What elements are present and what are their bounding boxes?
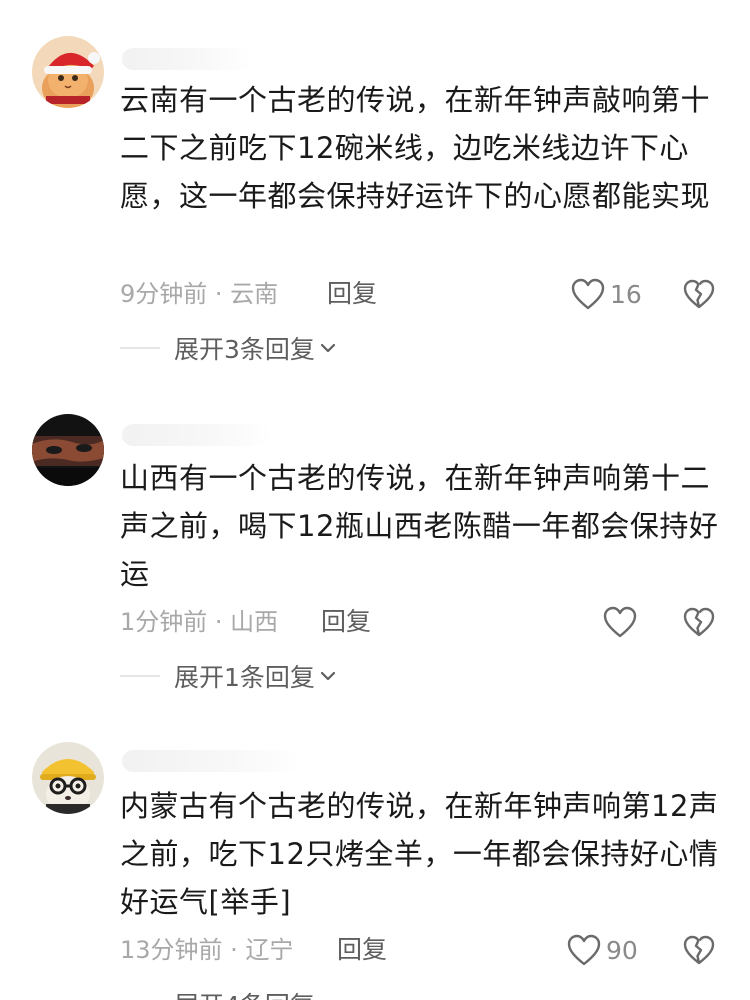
divider-line — [120, 675, 160, 677]
comment-meta: 9分钟前 · 云南 — [120, 276, 278, 312]
broken-heart-icon — [682, 934, 716, 966]
like-count: 90 — [606, 935, 638, 965]
heart-icon — [570, 277, 606, 311]
chevron-down-icon — [319, 670, 337, 682]
comment-location: 山西 — [230, 608, 279, 636]
like-count: 16 — [610, 279, 642, 309]
comment-meta: 13分钟前 · 辽宁 — [120, 932, 293, 968]
comment-item: 内蒙古有个古老的传说，在新年钟声响第12声之前，吃下12只烤全羊，一年都会保持好… — [0, 710, 750, 1000]
heart-icon — [566, 933, 602, 967]
meta-separator: · — [207, 608, 231, 636]
dislike-button[interactable] — [682, 602, 718, 642]
comment-time: 1分钟前 — [120, 608, 208, 636]
dark-portrait-icon[interactable] — [32, 414, 104, 486]
comment-location: 云南 — [230, 280, 279, 308]
comment-text: 山西有一个古老的传说，在新年钟声响第十二声之前，喝下12瓶山西老陈醋一年都会保持… — [120, 461, 719, 591]
expand-replies-label[interactable]: 展开3条回复 — [174, 330, 315, 366]
cat-santa-hat-icon[interactable] — [32, 36, 104, 108]
reply-button[interactable]: 回复 — [327, 276, 377, 312]
username[interactable] — [122, 750, 302, 772]
meta-separator: · — [222, 936, 246, 964]
expand-replies[interactable]: 展开3条回复 — [120, 330, 337, 366]
dislike-button[interactable] — [682, 274, 718, 314]
comment-time: 9分钟前 — [120, 280, 208, 308]
comment-item: 山西有一个古老的传说，在新年钟声响第十二声之前，喝下12瓶山西老陈醋一年都会保持… — [0, 380, 750, 710]
comment-text: 云南有一个古老的传说，在新年钟声敲响第十二下之前吃下12碗米线，边吃米线边许下心… — [120, 83, 711, 213]
cartoon-glasses-icon[interactable] — [32, 742, 104, 814]
heart-icon — [602, 605, 638, 639]
like-button[interactable]: 16 — [570, 274, 642, 314]
username[interactable] — [122, 48, 252, 70]
broken-heart-icon — [682, 606, 716, 638]
comment-item: 云南有一个古老的传说，在新年钟声敲响第十二下之前吃下12碗米线，边吃米线边许下心… — [0, 0, 750, 380]
like-button[interactable] — [602, 602, 642, 642]
reply-button[interactable]: 回复 — [321, 604, 371, 640]
dislike-button[interactable] — [682, 930, 718, 970]
username[interactable] — [122, 424, 272, 446]
reply-button[interactable]: 回复 — [337, 932, 387, 968]
divider-line — [120, 347, 160, 349]
comment-location: 辽宁 — [245, 936, 294, 964]
comment-meta: 1分钟前 · 山西 — [120, 604, 278, 640]
expand-replies-label[interactable]: 展开4条回复 — [174, 986, 315, 1000]
comment-time: 13分钟前 — [120, 936, 223, 964]
chevron-down-icon — [319, 342, 337, 354]
meta-separator: · — [207, 280, 231, 308]
expand-replies[interactable]: 展开4条回复 — [120, 986, 337, 1000]
like-button[interactable]: 90 — [566, 930, 638, 970]
expand-replies-label[interactable]: 展开1条回复 — [174, 658, 315, 694]
broken-heart-icon — [682, 278, 716, 310]
comment-text: 内蒙古有个古老的传说，在新年钟声响第12声之前，吃下12只烤全羊，一年都会保持好… — [120, 789, 719, 919]
comment-list: 云南有一个古老的传说，在新年钟声敲响第十二下之前吃下12碗米线，边吃米线边许下心… — [0, 0, 750, 1000]
expand-replies[interactable]: 展开1条回复 — [120, 658, 337, 694]
